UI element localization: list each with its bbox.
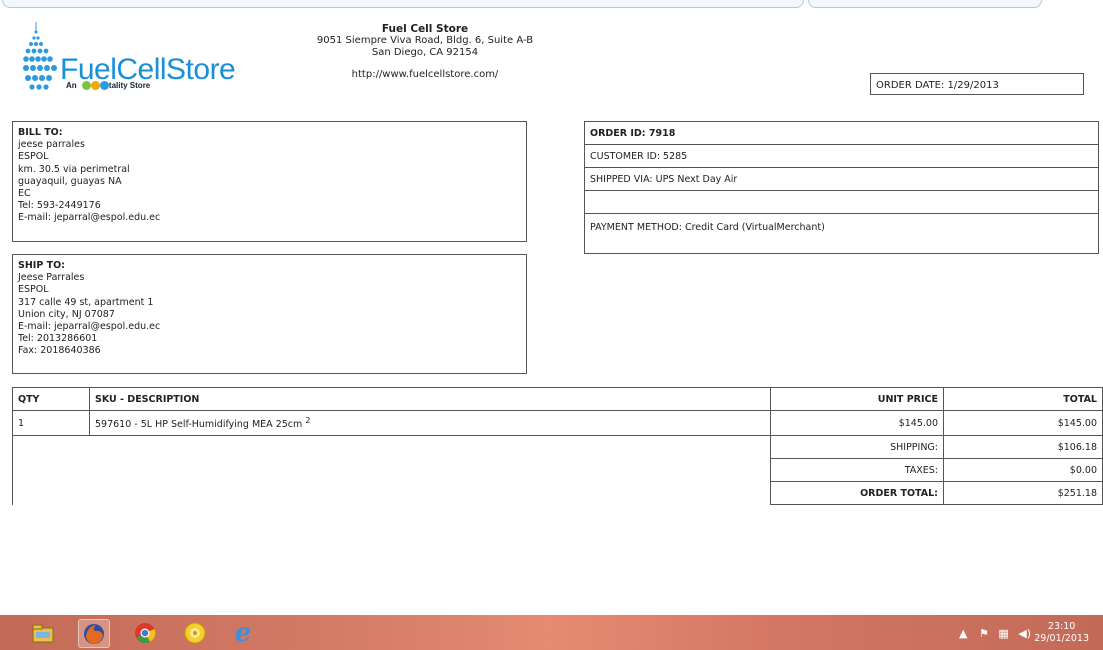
system-tray: ▲ ⚑ ▦ ◀) [959, 627, 1031, 640]
summary-spacer [12, 435, 771, 505]
total-header: TOTAL [943, 387, 1103, 411]
bill-to-company: ESPOL [18, 151, 49, 163]
item-qty: 1 [12, 409, 90, 437]
store-address-line2: San Diego, CA 92154 [371, 47, 479, 58]
unit-price-header: UNIT PRICE [770, 387, 944, 411]
ship-to-email: E-mail: jeparral@espol.edu.ec [18, 321, 161, 333]
bill-to-city: guayaquil, guayas NA [18, 175, 122, 187]
internet-explorer-icon[interactable]: e [228, 619, 258, 646]
clock-time: 23:10 [1047, 621, 1076, 632]
action-center-flag-icon[interactable]: ⚑ [979, 627, 989, 640]
payment-method: PAYMENT METHOD: Credit Card (VirtualMerc… [590, 222, 825, 233]
order-items-table: QTY SKU - DESCRIPTION UNIT PRICE TOTAL 1… [12, 387, 1103, 506]
logo-tagline: An tality Store [66, 81, 151, 91]
store-header: Fuel Cell Store 9051 Siempre Viva Road, … [300, 23, 550, 81]
table-row: 1 597610 - 5L HP Self-Humidifying MEA 25… [12, 409, 1103, 437]
order-info-blank-row [585, 191, 1098, 214]
chrome-icon[interactable] [130, 619, 160, 646]
bill-to-box: BILL TO: jeese parrales ESPOL km. 30.5 v… [12, 121, 527, 242]
clock-date: 29/01/2013 [1034, 633, 1089, 644]
firefox-icon[interactable] [78, 619, 110, 648]
item-superscript: 2 [305, 416, 311, 425]
water-drops-logo-icon [23, 22, 57, 90]
shipped-via: SHIPPED VIA: UPS Next Day Air [585, 168, 1098, 191]
ship-to-heading: SHIP TO: [18, 260, 65, 271]
bill-to-heading: BILL TO: [18, 127, 63, 138]
ship-to-phone: Tel: 2013286601 [18, 333, 98, 345]
store-name: Fuel Cell Store [381, 23, 469, 35]
ship-to-city: Union city, NJ 07087 [18, 308, 115, 320]
ship-to-company: ESPOL [18, 284, 49, 296]
item-description: 597610 - 5L HP Self-Humidifying MEA 25cm… [89, 409, 771, 437]
shipping-label: SHIPPING: [770, 435, 944, 460]
sku-description-header: SKU - DESCRIPTION [89, 387, 771, 411]
item-total: $145.00 [943, 409, 1103, 437]
file-explorer-icon[interactable] [28, 619, 58, 646]
bill-to-phone: Tel: 593-2449176 [18, 200, 101, 212]
address-bar[interactable] [2, 0, 804, 8]
network-icon[interactable]: ▦ [998, 627, 1008, 640]
store-address-line1: 9051 Siempre Viva Road, Bldg. 6, Suite A… [316, 35, 534, 46]
taskbar-clock[interactable]: 23:10 29/01/2013 [1034, 621, 1089, 645]
bill-to-email: E-mail: jeparral@espol.edu.ec [18, 212, 161, 224]
fuel-cell-store-logo: FuelCellStore An tality Store [18, 20, 236, 100]
store-url[interactable]: http://www.fuelcellstore.com/ [300, 69, 550, 81]
ship-to-fax: Fax: 2018640386 [18, 345, 101, 357]
order-total-label: ORDER TOTAL: [770, 481, 944, 506]
order-date: ORDER DATE: 1/29/2013 [870, 73, 1084, 95]
table-header-row: QTY SKU - DESCRIPTION UNIT PRICE TOTAL [12, 387, 1103, 411]
taxes-label: TAXES: [770, 458, 944, 483]
taxes-amount: $0.00 [943, 458, 1103, 483]
order-total-amount: $251.18 [943, 481, 1103, 506]
ship-to-street: 317 calle 49 st, apartment 1 [18, 296, 154, 308]
qty-header: QTY [12, 387, 90, 411]
ship-to-box: SHIP TO: Jeese Parrales ESPOL 317 calle … [12, 254, 527, 374]
shipping-amount: $106.18 [943, 435, 1103, 460]
order-id: ORDER ID: 7918 [585, 122, 1098, 145]
bill-to-name: jeese parrales [18, 139, 85, 151]
app-icon[interactable] [180, 619, 210, 646]
shipping-row: SHIPPING: $106.18 [12, 435, 1103, 505]
search-bar[interactable] [808, 0, 1042, 8]
ship-to-name: Jeese Parrales [18, 272, 85, 284]
bill-to-country: EC [18, 188, 31, 200]
show-hidden-icons-icon[interactable]: ▲ [959, 627, 967, 640]
order-info-box: ORDER ID: 7918 CUSTOMER ID: 5285 SHIPPED… [584, 121, 1099, 254]
bill-to-street: km. 30.5 via perimetral [18, 163, 130, 175]
windows-taskbar: e ▲ ⚑ ▦ ◀) 23:10 29/01/2013 [0, 615, 1103, 650]
volume-icon[interactable]: ◀) [1018, 627, 1031, 640]
item-unit-price: $145.00 [770, 409, 944, 437]
browser-top-strip [0, 0, 1103, 10]
customer-id: CUSTOMER ID: 5285 [585, 145, 1098, 168]
